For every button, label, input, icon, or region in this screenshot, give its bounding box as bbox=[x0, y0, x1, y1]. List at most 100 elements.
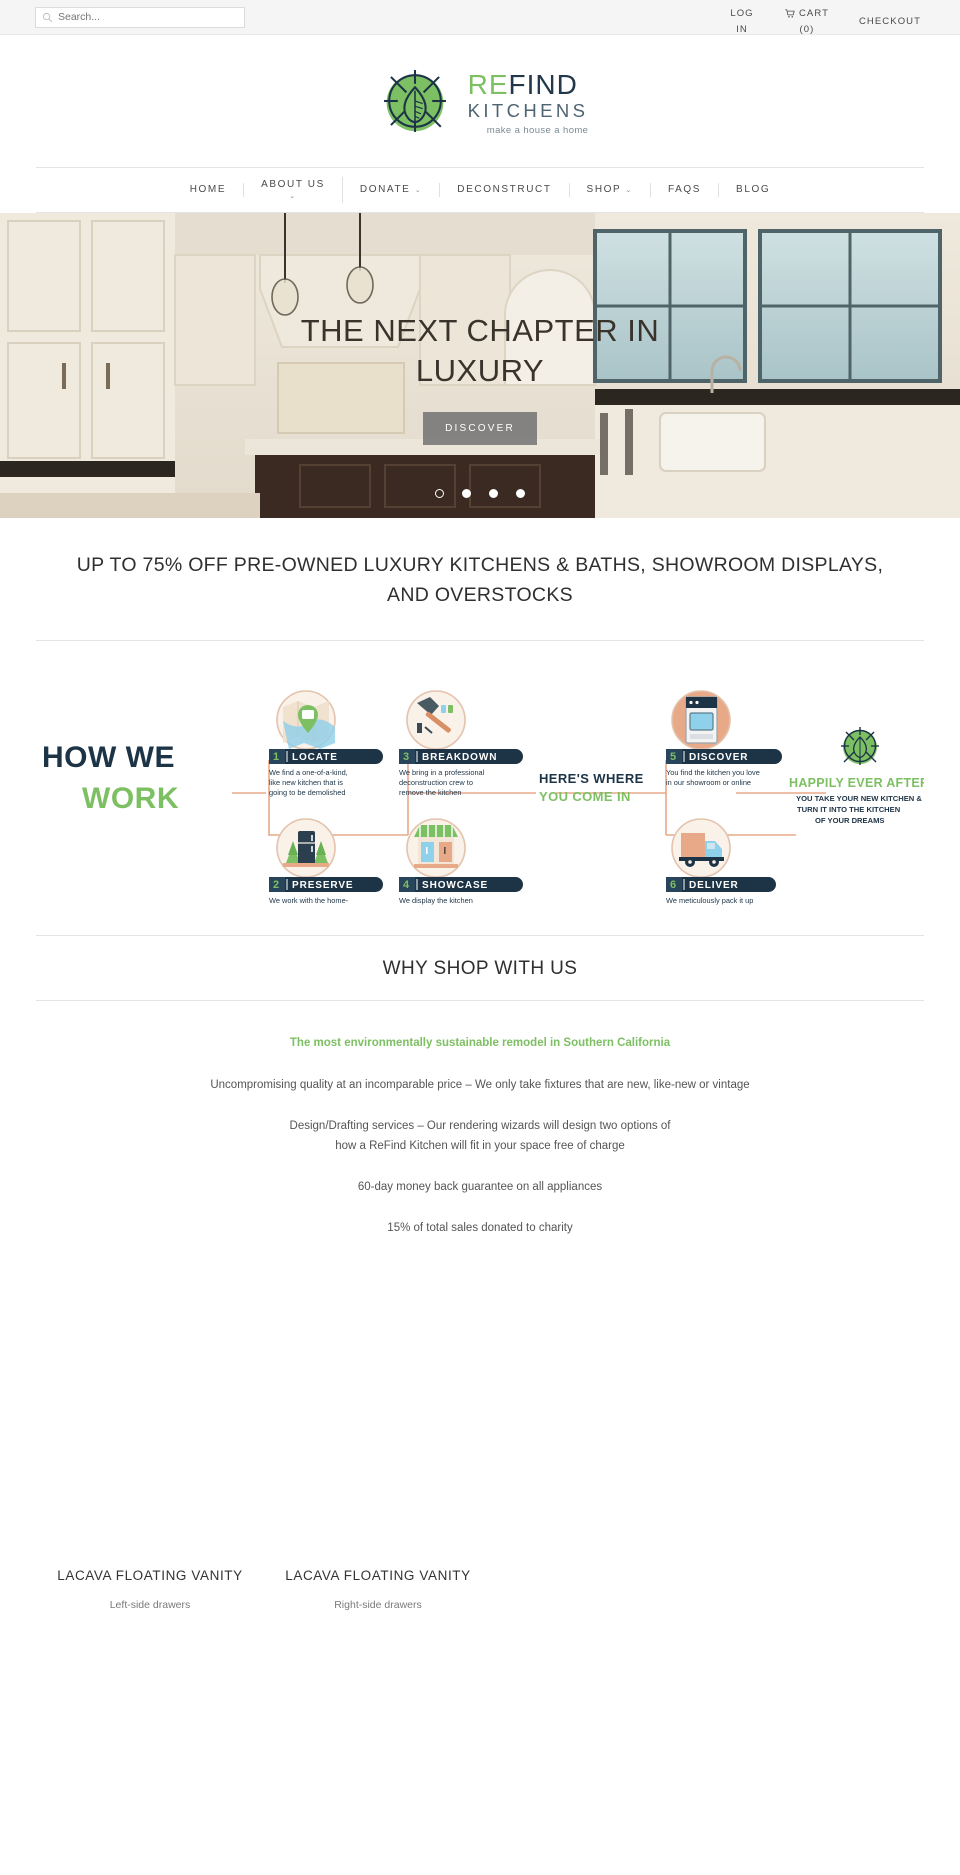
nav-list: HOME ABOUT US ⌄ DONATE ⌄ DECONSTRUCT SHO… bbox=[173, 177, 788, 203]
truck-icon bbox=[671, 818, 731, 879]
why-shop-header: WHY SHOP WITH US bbox=[36, 936, 924, 1002]
step-5-number: 5 bbox=[670, 751, 676, 763]
discover-button[interactable]: DISCOVER bbox=[423, 412, 537, 446]
carousel-dot-3[interactable] bbox=[489, 489, 498, 498]
nav-item-about-us[interactable]: ABOUT US ⌄ bbox=[244, 177, 343, 203]
promo-headline: UP TO 75% OFF PRE-OWNED LUXURY KITCHENS … bbox=[76, 554, 884, 607]
logo-word-find: FIND bbox=[508, 69, 578, 100]
main-navigation: HOME ABOUT US ⌄ DONATE ⌄ DECONSTRUCT SHO… bbox=[36, 167, 924, 213]
nav-item-faqs[interactable]: FAQS bbox=[651, 182, 720, 198]
step-5-desc-1: You find the kitchen you love bbox=[666, 768, 760, 777]
step-3-desc-1: We bring in a professional bbox=[399, 768, 485, 777]
step-6-number: 6 bbox=[670, 879, 676, 891]
nav-label: DECONSTRUCT bbox=[457, 183, 552, 195]
outcome-line2: TURN IT INTO THE KITCHEN bbox=[797, 805, 900, 814]
nav-item-donate[interactable]: DONATE ⌄ bbox=[343, 182, 441, 198]
hero-content: THE NEXT CHAPTER IN LUXURY DISCOVER bbox=[0, 213, 960, 518]
how-we-work-infographic: .lbl { font-family: "Liberation Sans", s… bbox=[36, 665, 924, 905]
login-label-line2: IN bbox=[736, 23, 748, 35]
product-card[interactable]: LACAVA FLOATING VANITY Left-side drawers bbox=[36, 1389, 264, 1611]
how-we-work-section: .lbl { font-family: "Liberation Sans", s… bbox=[36, 641, 924, 937]
product-title[interactable]: LACAVA FLOATING VANITY bbox=[36, 1567, 264, 1585]
infographic-middle-line2: YOU COME IN bbox=[539, 789, 631, 804]
refrigerator-trees-icon bbox=[276, 818, 336, 879]
step-5-desc-2: in our showroom or online bbox=[666, 778, 751, 787]
storefront-icon bbox=[406, 818, 466, 879]
why-item-3: Design/Drafting services – Our rendering… bbox=[289, 1119, 671, 1152]
step-4-badge: 4 SHOWCASE bbox=[399, 877, 523, 893]
step-2-desc-1: We work with the home- bbox=[269, 896, 349, 905]
infographic-canvas: .lbl { font-family: "Liberation Sans", s… bbox=[42, 690, 924, 905]
logo-word-kitchens: KITCHENS bbox=[467, 100, 589, 121]
cart-count: (0) bbox=[799, 23, 815, 35]
step-1-number: 1 bbox=[273, 751, 279, 763]
outcome-title: HAPPILY EVER AFTER bbox=[789, 776, 924, 790]
step-1-desc-2: like new kitchen that is bbox=[269, 778, 343, 787]
step-1-badge: 1 LOCATE bbox=[269, 749, 383, 765]
step-6-desc-1: We meticulously pack it up bbox=[666, 896, 753, 905]
carousel-dot-4[interactable] bbox=[516, 489, 525, 498]
nav-label: FAQS bbox=[667, 183, 702, 195]
step-1-desc-1: We find a one-of-a-kind, bbox=[269, 768, 348, 777]
login-link[interactable]: LOG IN bbox=[714, 0, 770, 37]
cart-icon bbox=[785, 9, 795, 18]
search-icon bbox=[42, 12, 53, 22]
hero-title: THE NEXT CHAPTER IN LUXURY bbox=[300, 313, 660, 388]
hammer-icon bbox=[406, 690, 466, 751]
outcome-line1: YOU TAKE YOUR NEW KITCHEN & bbox=[796, 794, 922, 803]
nav-label: DONATE bbox=[359, 183, 411, 195]
nav-item-deconstruct[interactable]: DECONSTRUCT bbox=[440, 182, 570, 198]
step-1-desc-3: going to be demolished bbox=[269, 788, 345, 797]
refind-leaf-emblem-icon bbox=[383, 70, 446, 132]
hero-carousel: THE NEXT CHAPTER IN LUXURY DISCOVER bbox=[0, 213, 960, 518]
why-shop-list: The most environmentally sustainable rem… bbox=[0, 1001, 960, 1269]
why-item-1: The most environmentally sustainable rem… bbox=[289, 1037, 671, 1050]
product-title[interactable]: LACAVA FLOATING VANITY bbox=[264, 1567, 492, 1585]
product-card[interactable]: LACAVA FLOATING VANITY Right-side drawer… bbox=[264, 1389, 492, 1611]
nav-item-shop[interactable]: SHOP ⌄ bbox=[570, 182, 651, 198]
utility-links: LOG IN CART (0) CHECKOUT bbox=[714, 0, 936, 37]
step-3-desc-3: remove the kitchen bbox=[399, 788, 461, 797]
search-input[interactable] bbox=[58, 11, 238, 23]
product-image[interactable] bbox=[264, 1389, 492, 1560]
step-2-badge: 2 PRESERVE bbox=[269, 877, 383, 893]
why-shop-heading: WHY SHOP WITH US bbox=[382, 958, 578, 980]
promo-banner: UP TO 75% OFF PRE-OWNED LUXURY KITCHENS … bbox=[36, 518, 924, 642]
why-item-5: 15% of total sales donated to charity bbox=[387, 1222, 573, 1235]
step-2-label: PRESERVE bbox=[292, 880, 353, 891]
infographic-title-line1: HOW WE bbox=[42, 741, 175, 774]
product-image[interactable] bbox=[36, 1389, 264, 1560]
step-4-label: SHOWCASE bbox=[422, 880, 488, 891]
why-item-4: 60-day money back guarantee on all appli… bbox=[357, 1180, 603, 1193]
map-pin-icon bbox=[276, 690, 336, 751]
login-label-line1: LOG bbox=[730, 8, 754, 19]
logo-band: REFIND KITCHENS make a house a home bbox=[0, 35, 960, 167]
carousel-dots bbox=[0, 489, 960, 498]
step-5-badge: 5 DISCOVER bbox=[666, 749, 782, 765]
nav-item-home[interactable]: HOME bbox=[173, 182, 245, 198]
carousel-dot-2[interactable] bbox=[462, 489, 471, 498]
site-logo[interactable]: REFIND KITCHENS make a house a home bbox=[372, 58, 589, 144]
step-1-label: LOCATE bbox=[292, 752, 338, 763]
step-3-number: 3 bbox=[403, 751, 409, 763]
step-3-desc-2: deconstruction crew to bbox=[399, 778, 473, 787]
chevron-down-icon: ⌄ bbox=[289, 193, 297, 201]
step-5-label: DISCOVER bbox=[689, 752, 748, 763]
cart-link[interactable]: CART (0) bbox=[770, 0, 844, 37]
checkout-link[interactable]: CHECKOUT bbox=[844, 0, 936, 30]
infographic-title-line2: WORK bbox=[82, 782, 179, 815]
nav-label: ABOUT US bbox=[261, 179, 325, 191]
step-6-badge: 6 DELIVER bbox=[666, 877, 776, 893]
chevron-down-icon: ⌄ bbox=[414, 186, 423, 194]
step-2-number: 2 bbox=[273, 879, 279, 891]
product-subtitle: Right-side drawers bbox=[334, 1599, 422, 1612]
outcome-line3: OF YOUR DREAMS bbox=[815, 816, 884, 825]
carousel-dot-1[interactable] bbox=[435, 489, 444, 498]
cart-label: CART bbox=[798, 8, 830, 19]
oven-icon bbox=[671, 690, 731, 751]
nav-item-blog[interactable]: BLOG bbox=[719, 183, 787, 198]
step-3-label: BREAKDOWN bbox=[422, 752, 497, 763]
search-box[interactable] bbox=[35, 6, 245, 28]
chevron-down-icon: ⌄ bbox=[625, 186, 633, 194]
product-grid: LACAVA FLOATING VANITY Left-side drawers… bbox=[0, 1269, 960, 1611]
